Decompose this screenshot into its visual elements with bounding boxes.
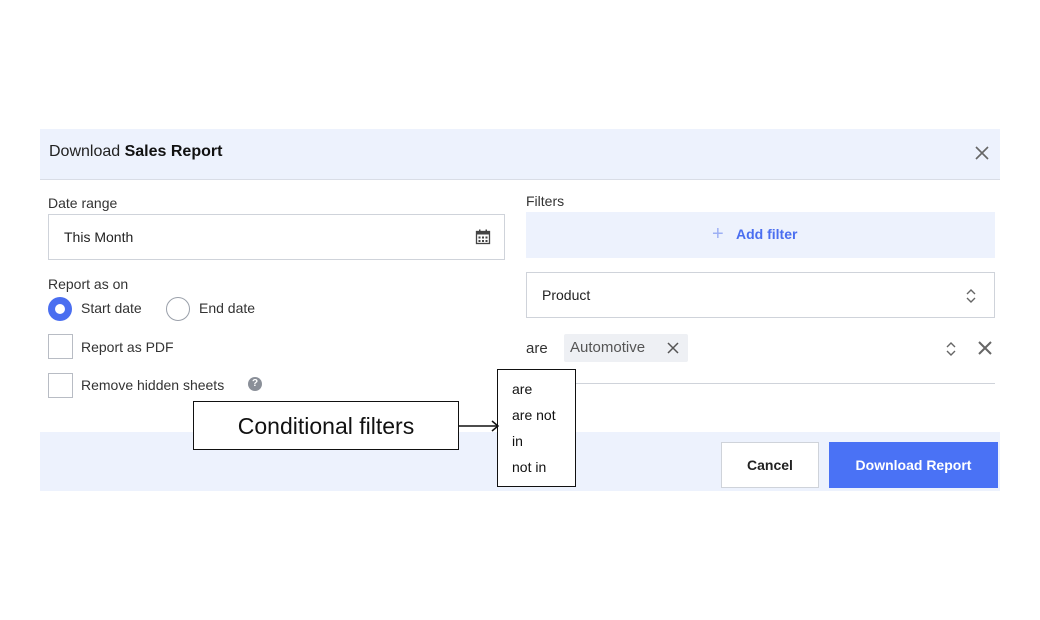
chip-label: Automotive xyxy=(570,339,646,356)
download-report-button[interactable]: Download Report xyxy=(829,442,998,488)
end-date-label: End date xyxy=(199,300,256,316)
filter-field-select[interactable]: Product xyxy=(526,272,995,318)
filter-field-value: Product xyxy=(542,287,591,303)
dialog-title: Download Sales Report xyxy=(49,143,222,161)
report-as-pdf-checkbox[interactable] xyxy=(48,334,73,359)
dropdown-option-are[interactable]: are xyxy=(512,381,532,397)
dialog-header: Download Sales Report xyxy=(40,129,1000,180)
start-date-radio[interactable] xyxy=(48,297,72,321)
annotation-callout: Conditional filters xyxy=(193,401,459,450)
remove-hidden-sheets-checkbox[interactable] xyxy=(48,373,73,398)
calendar-icon[interactable] xyxy=(475,229,491,245)
date-range-value: This Month xyxy=(64,229,134,245)
dialog-title-report-name: Sales Report xyxy=(124,143,223,160)
dropdown-option-are-not[interactable]: are not xyxy=(512,407,556,423)
filter-value-chip: Automotive xyxy=(564,334,688,362)
dialog-title-prefix: Download xyxy=(49,143,121,160)
sort-chevron-icon xyxy=(966,289,976,303)
cancel-button[interactable]: Cancel xyxy=(721,442,819,488)
end-date-radio[interactable] xyxy=(166,297,190,321)
close-icon[interactable] xyxy=(972,143,992,163)
annotation-arrow-icon xyxy=(458,420,500,432)
remove-filter-icon[interactable] xyxy=(977,340,993,356)
add-filter-button[interactable]: + Add filter xyxy=(526,212,995,258)
filters-label: Filters xyxy=(526,193,565,209)
chip-remove-icon[interactable] xyxy=(666,341,680,355)
dropdown-option-in[interactable]: in xyxy=(512,433,523,449)
report-as-pdf-label: Report as PDF xyxy=(81,339,174,355)
start-date-label: Start date xyxy=(81,300,142,316)
condition-operator[interactable]: are xyxy=(526,340,548,357)
dropdown-option-not-in[interactable]: not in xyxy=(512,459,546,475)
help-icon[interactable]: ? xyxy=(248,377,262,391)
value-sort-chevron-icon[interactable] xyxy=(945,340,957,358)
date-range-label: Date range xyxy=(48,195,118,211)
remove-hidden-sheets-label: Remove hidden sheets xyxy=(81,377,225,393)
add-filter-label: Add filter xyxy=(736,226,798,242)
report-as-on-label: Report as on xyxy=(48,276,129,292)
annotation-callout-text: Conditional filters xyxy=(237,413,415,439)
filter-row-divider xyxy=(526,383,995,384)
condition-dropdown-menu: are are not in not in xyxy=(497,369,576,487)
date-range-input[interactable]: This Month xyxy=(48,214,505,260)
plus-icon: + xyxy=(712,223,724,245)
